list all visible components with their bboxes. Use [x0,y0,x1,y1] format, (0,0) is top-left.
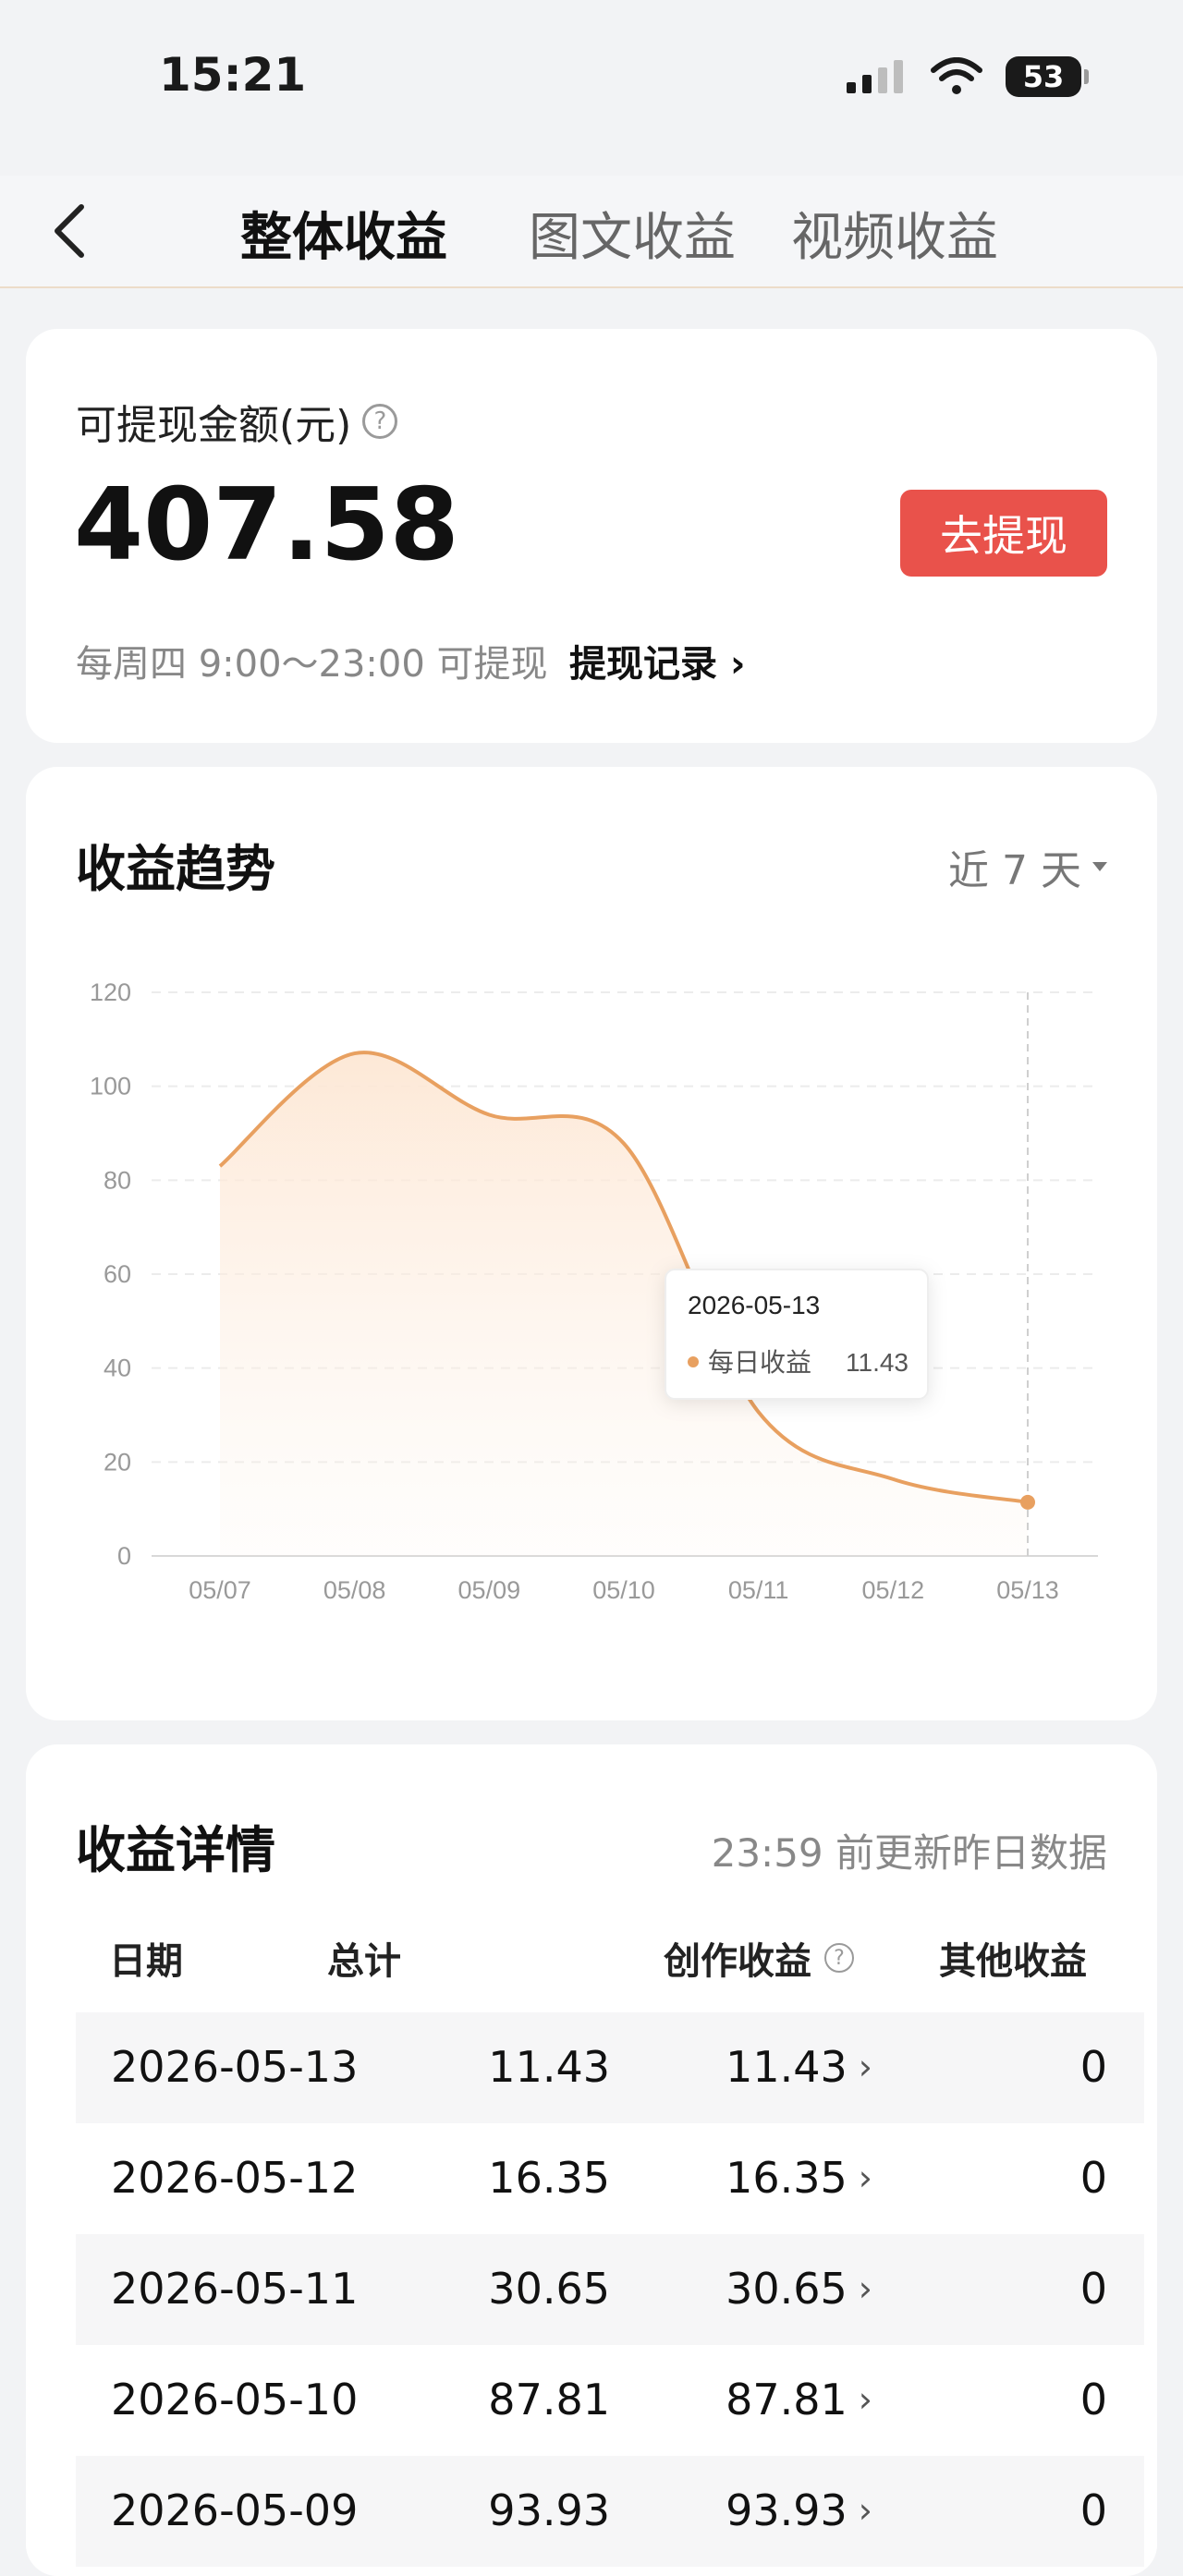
update-note: 23:59 前更新昨日数据 [711,1830,1107,1876]
chevron-right-icon: › [858,2490,872,2531]
y-tick-label: 80 [104,1166,131,1194]
battery-icon: 53 [1006,56,1089,97]
withdraw-record-label: 提现记录 [569,643,717,686]
cell-creation: 11.43 [726,2042,848,2092]
chevron-right-icon: › [858,2268,872,2309]
cell-creation-link[interactable]: 30.65 › [726,2264,872,2314]
y-tick-label: 0 [117,1542,131,1570]
y-tick-label: 100 [90,1073,131,1100]
y-tick-label: 20 [104,1448,131,1476]
x-tick-label: 05/13 [996,1576,1059,1604]
chevron-right-icon: › [729,643,746,686]
top-nav: 整体收益 图文收益 视频收益 [0,176,1183,288]
withdraw-record-link[interactable]: 提现记录 › [569,634,745,687]
cell-creation-link[interactable]: 87.81 › [726,2375,872,2424]
cell-date: 2026-05-09 [111,2485,359,2535]
table-row: 2026-05-13 11.43 11.43 › 0 [76,2012,1144,2123]
x-tick-label: 05/09 [458,1576,521,1604]
cell-creation-link[interactable]: 93.93 › [726,2485,872,2535]
earnings-trend-chart: 0 20 40 60 80 100 120 05/07 05/08 05/09 05/10 05/1… [90,978,1098,1604]
header-date: 日期 [109,1940,183,1983]
cell-total: 30.65 [488,2264,610,2314]
cell-other: 0 [1079,2264,1107,2314]
cell-total: 16.35 [488,2153,610,2203]
chevron-right-icon: › [858,2047,872,2087]
balance-amount: 407.58 [74,468,459,583]
cell-date: 2026-05-11 [111,2264,359,2314]
chevron-left-icon [55,204,84,258]
wifi-icon [931,57,982,94]
help-icon[interactable]: ? [362,404,398,439]
cell-other: 0 [1079,2485,1107,2535]
signal-icon [847,60,903,93]
cell-total: 11.43 [488,2042,610,2092]
table-row: 2026-05-10 87.81 87.81 › 0 [76,2345,1144,2456]
cell-creation: 16.35 [726,2153,848,2203]
tab-video-earnings[interactable]: 视频收益 [791,196,998,271]
tooltip-date: 2026-05-13 [688,1291,820,1319]
battery-level: 53 [1022,59,1065,94]
cell-creation: 87.81 [726,2375,848,2424]
y-tick-label: 40 [104,1355,131,1382]
detail-card: 收益详情 23:59 前更新昨日数据 日期 总计 创作收益 ? 其他收益 202… [26,1744,1157,2576]
cell-creation-link[interactable]: 11.43 › [726,2042,872,2092]
table-row: 2026-05-11 30.65 30.65 › 0 [76,2234,1144,2345]
trend-card: 收益趋势 近 7 天 0 20 40 60 80 100 120 05/07 05/08 05/… [26,767,1157,1720]
x-tick-label: 05/12 [862,1576,925,1604]
detail-title: 收益详情 [76,1821,275,1879]
data-point[interactable] [1020,1494,1035,1510]
chevron-right-icon: › [858,2379,872,2420]
tooltip-value: 11.43 [846,1348,909,1377]
balance-label-text: 可提现金额(元) [76,402,352,449]
header-other: 其他收益 [939,1940,1087,1983]
y-tick-label: 120 [90,978,131,1006]
cell-date: 2026-05-13 [111,2042,359,2092]
cell-date: 2026-05-12 [111,2153,359,2203]
table-row: 2026-05-12 16.35 16.35 › 0 [76,2123,1144,2234]
cell-other: 0 [1079,2153,1107,2203]
balance-label: 可提现金额(元) ? [76,392,398,451]
cell-other: 0 [1079,2375,1107,2424]
status-icons: 53 [845,54,1089,100]
table-row: 2026-05-09 93.93 93.93 › 0 [76,2456,1144,2567]
cell-date: 2026-05-10 [111,2375,359,2424]
header-total: 总计 [327,1940,401,1983]
chevron-right-icon: › [858,2157,872,2198]
earnings-table: 2026-05-13 11.43 11.43 › 0 2026-05-12 16.… [76,2012,1144,2567]
back-button[interactable] [43,194,98,268]
tab-article-earnings[interactable]: 图文收益 [529,196,736,271]
withdraw-button[interactable]: 去提现 [900,490,1107,577]
x-tick-label: 05/07 [189,1576,251,1604]
help-icon[interactable]: ? [824,1943,854,1973]
status-time: 15:21 [159,48,307,102]
y-tick-label: 60 [104,1260,131,1288]
x-tick-label: 05/10 [592,1576,655,1604]
cell-creation: 93.93 [726,2485,848,2535]
withdraw-hint: 每周四 9:00～23:00 可提现 [76,643,548,686]
x-tick-label: 05/08 [323,1576,386,1604]
chart-tooltip: 2026-05-13 每日收益 11.43 [665,1269,929,1400]
header-creation: 创作收益 ? [664,1931,854,1985]
tooltip-series: 每日收益 [708,1347,811,1378]
tooltip-marker-icon [688,1356,699,1367]
header-creation-label: 创作收益 [664,1940,811,1983]
cell-creation: 30.65 [726,2264,848,2314]
cell-other: 0 [1079,2042,1107,2092]
cell-total: 93.93 [488,2485,610,2535]
cell-total: 87.81 [488,2375,610,2424]
cell-creation-link[interactable]: 16.35 › [726,2153,872,2203]
balance-card: 可提现金额(元) ? 407.58 去提现 每周四 9:00～23:00 可提现… [26,329,1157,743]
tab-overall-earnings[interactable]: 整体收益 [240,196,447,271]
x-tick-label: 05/11 [728,1576,789,1604]
